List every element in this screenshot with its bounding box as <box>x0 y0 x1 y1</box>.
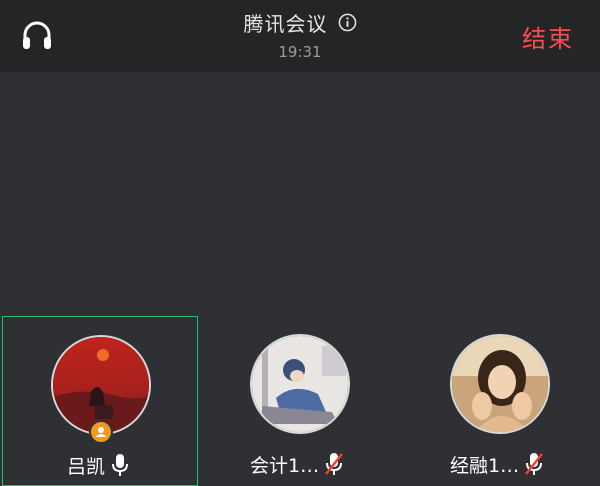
microphone-muted-icon <box>325 453 344 475</box>
top-bar: 腾讯会议 19:31 结束 <box>0 0 600 72</box>
meeting-title-group: 腾讯会议 <box>244 8 357 37</box>
end-meeting-button[interactable]: 结束 <box>522 19 574 54</box>
participant-tile[interactable]: 吕凯 <box>2 316 198 486</box>
avatar <box>250 334 350 434</box>
avatar <box>450 334 550 434</box>
meeting-time: 19:31 <box>278 43 322 61</box>
participant-name-row: 吕凯 <box>67 451 129 479</box>
participant-name: 经融1… <box>450 454 520 477</box>
participant-name-row: 会计1… <box>250 450 344 478</box>
info-icon[interactable] <box>338 13 357 32</box>
participant-name: 会计1… <box>250 454 320 477</box>
participant-name-row: 经融1… <box>450 450 544 478</box>
meeting-title: 腾讯会议 <box>243 12 328 36</box>
participant-tile[interactable]: 经融1… <box>402 316 598 486</box>
host-badge <box>89 420 113 444</box>
participant-name: 吕凯 <box>67 455 106 478</box>
microphone-muted-icon <box>525 453 544 475</box>
microphone-icon <box>112 454 129 476</box>
participant-tile[interactable]: 会计1… <box>202 316 398 486</box>
